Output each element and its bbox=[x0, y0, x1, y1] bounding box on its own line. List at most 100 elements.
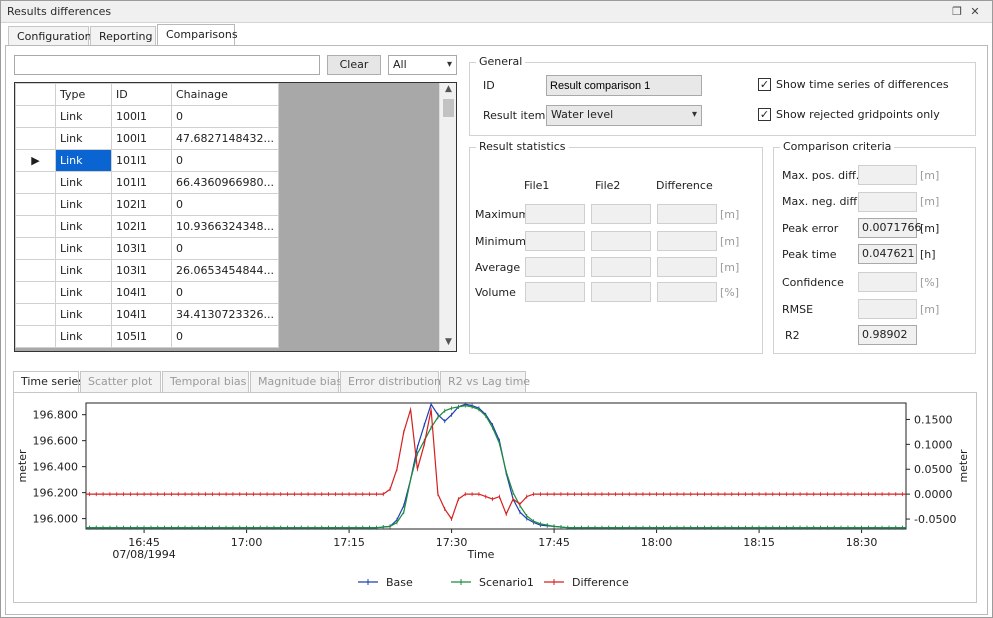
table-row[interactable]: Link 105l1 0 bbox=[15, 325, 279, 348]
cell-type[interactable]: Link bbox=[55, 193, 112, 216]
cell-type[interactable]: Link bbox=[55, 237, 112, 260]
cell-type[interactable]: Link bbox=[55, 171, 112, 194]
column-header-id[interactable]: ID bbox=[111, 83, 172, 106]
cell-id[interactable]: 102l1 bbox=[111, 193, 172, 216]
table-vertical-scrollbar[interactable]: ▲ ▼ bbox=[439, 83, 456, 351]
table-row[interactable]: Link 104l1 0 bbox=[15, 281, 279, 304]
cell-chainage[interactable]: 66.4360966980... bbox=[171, 171, 279, 194]
criteria-label-max-neg-diff: Max. neg. diff. bbox=[782, 195, 861, 208]
cell-type[interactable]: Link bbox=[55, 259, 112, 282]
row-header[interactable] bbox=[15, 325, 56, 348]
cell-type[interactable]: Link bbox=[55, 215, 112, 238]
cell-id[interactable]: 103l1 bbox=[111, 259, 172, 282]
cell-chainage[interactable]: 0 bbox=[171, 149, 279, 172]
y-tick-label: 196.200 bbox=[33, 487, 79, 500]
row-header[interactable] bbox=[15, 281, 56, 304]
cell-id[interactable]: 105l1 bbox=[111, 325, 172, 348]
cell-chainage[interactable]: 47.6827148432... bbox=[171, 127, 279, 150]
cell-type[interactable]: Link bbox=[55, 105, 112, 128]
show-time-series-label: Show time series of differences bbox=[776, 78, 949, 91]
scroll-up-icon[interactable]: ▲ bbox=[440, 84, 456, 98]
tab-r2-vs-lag-time[interactable]: R2 vs Lag time bbox=[440, 371, 530, 392]
cell-chainage[interactable]: 0 bbox=[171, 325, 279, 348]
table-row[interactable]: Link 100l1 47.6827148432... bbox=[15, 127, 279, 150]
cell-chainage[interactable]: 0 bbox=[171, 237, 279, 260]
filter-select[interactable]: All ▾ bbox=[388, 55, 457, 75]
comparison-id-input[interactable] bbox=[546, 75, 702, 96]
table-row[interactable]: Link 103l1 26.0653454844... bbox=[15, 259, 279, 282]
tab-temporal-bias[interactable]: Temporal bias bbox=[162, 371, 249, 392]
result-item-select[interactable]: Water level ▾ bbox=[546, 105, 702, 126]
tab-time-series[interactable]: Time series bbox=[13, 371, 84, 393]
id-label: ID bbox=[483, 79, 495, 92]
close-icon[interactable]: ✕ bbox=[967, 4, 983, 20]
scrollbar-thumb[interactable] bbox=[443, 99, 454, 117]
avg-file1-field bbox=[525, 257, 585, 277]
table-row[interactable]: Link 102l1 0 bbox=[15, 193, 279, 216]
row-header[interactable] bbox=[15, 193, 56, 216]
cell-chainage[interactable]: 34.4130723326... bbox=[171, 303, 279, 326]
cell-id[interactable]: 100l1 bbox=[111, 127, 172, 150]
tab-magnitude-bias[interactable]: Magnitude bias bbox=[250, 371, 342, 392]
tab-scatter-plot[interactable]: Scatter plot bbox=[80, 371, 161, 392]
table-row[interactable]: Link 102l1 10.9366324348... bbox=[15, 215, 279, 238]
cell-type[interactable]: Link bbox=[55, 127, 112, 150]
cell-chainage[interactable]: 0 bbox=[171, 193, 279, 216]
title-bar: Results differences ❐ ✕ bbox=[1, 1, 992, 23]
x-tick-label: 17:45 bbox=[538, 536, 570, 549]
max-difference-field bbox=[657, 204, 717, 224]
cell-chainage[interactable]: 26.0653454844... bbox=[171, 259, 279, 282]
cell-id[interactable]: 100l1 bbox=[111, 105, 172, 128]
filter-input[interactable] bbox=[14, 55, 320, 75]
cell-chainage[interactable]: 10.9366324348... bbox=[171, 215, 279, 238]
cell-type[interactable]: Link bbox=[55, 281, 112, 304]
table-row[interactable]: Link 104l1 34.4130723326... bbox=[15, 303, 279, 326]
row-header[interactable] bbox=[15, 105, 56, 128]
stats-label-maximum: Maximum bbox=[475, 208, 530, 221]
criteria-label-r2: R2 bbox=[785, 329, 800, 342]
tab-configuration[interactable]: Configuration bbox=[8, 26, 92, 46]
row-header[interactable] bbox=[15, 237, 56, 260]
row-header[interactable] bbox=[15, 303, 56, 326]
legend-label-scenario1: Scenario1 bbox=[479, 576, 534, 589]
column-header-type[interactable]: Type bbox=[55, 83, 112, 106]
cell-id[interactable]: 104l1 bbox=[111, 281, 172, 304]
tab-error-distribution[interactable]: Error distribution bbox=[340, 371, 441, 392]
tab-reporting[interactable]: Reporting bbox=[90, 26, 156, 46]
cell-chainage[interactable]: 0 bbox=[171, 281, 279, 304]
show-rejected-checkbox[interactable]: ✓ bbox=[758, 108, 771, 121]
cell-id[interactable]: 103l1 bbox=[111, 237, 172, 260]
rmse-unit: [m] bbox=[920, 303, 940, 316]
gridpoint-table[interactable]: Type ID Chainage Link 100l1 0 Link 100l1 47.… bbox=[14, 82, 457, 352]
table-row-selected[interactable]: ▶ Link 101l1 0 bbox=[15, 149, 279, 172]
table-row[interactable]: Link 101l1 66.4360966980... bbox=[15, 171, 279, 194]
cell-id[interactable]: 102l1 bbox=[111, 215, 172, 238]
show-time-series-checkbox[interactable]: ✓ bbox=[758, 78, 771, 91]
min-difference-field bbox=[657, 231, 717, 251]
comparison-criteria-legend: Comparison criteria bbox=[780, 140, 895, 153]
restore-icon[interactable]: ❐ bbox=[949, 4, 965, 20]
column-header-chainage[interactable]: Chainage bbox=[171, 83, 279, 106]
cell-type-selected[interactable]: Link bbox=[55, 149, 112, 172]
criteria-label-peak-time: Peak time bbox=[782, 248, 837, 261]
row-header[interactable] bbox=[15, 171, 56, 194]
row-header[interactable] bbox=[15, 215, 56, 238]
peak-error-unit: [m] bbox=[920, 222, 940, 235]
row-header[interactable] bbox=[15, 259, 56, 282]
avg-unit: [m] bbox=[720, 261, 740, 274]
cell-id[interactable]: 104l1 bbox=[111, 303, 172, 326]
cell-type[interactable]: Link bbox=[55, 325, 112, 348]
tab-comparisons[interactable]: Comparisons bbox=[157, 24, 238, 46]
cell-id[interactable]: 101l1 bbox=[111, 171, 172, 194]
table-row[interactable]: Link 100l1 0 bbox=[15, 105, 279, 128]
result-item-label: Result item bbox=[483, 109, 546, 122]
cell-type[interactable]: Link bbox=[55, 303, 112, 326]
clear-button[interactable]: Clear bbox=[327, 55, 381, 75]
time-series-chart[interactable]: 16:45 17:00 17:15 17:30 17:45 18:00 18:15 18:30… bbox=[14, 393, 976, 602]
scroll-down-icon[interactable]: ▼ bbox=[440, 337, 456, 351]
cell-chainage[interactable]: 0 bbox=[171, 105, 279, 128]
cell-id[interactable]: 101l1 bbox=[111, 149, 172, 172]
row-header[interactable] bbox=[15, 127, 56, 150]
table-row[interactable]: Link 103l1 0 bbox=[15, 237, 279, 260]
current-row-marker-icon[interactable]: ▶ bbox=[15, 149, 56, 172]
